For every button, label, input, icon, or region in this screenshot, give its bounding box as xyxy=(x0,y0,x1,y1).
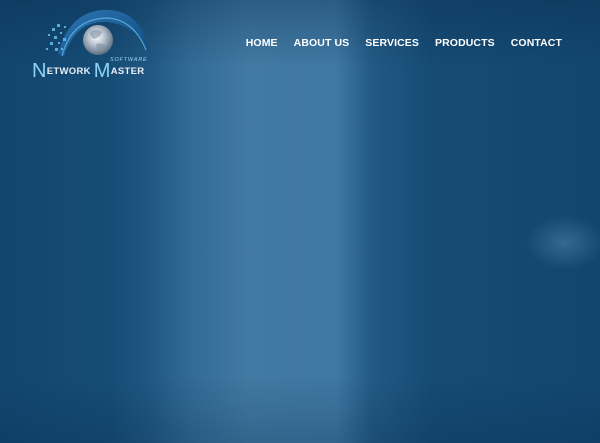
logo-initial-m: M xyxy=(93,60,111,82)
logo-initial-n: N xyxy=(32,60,47,82)
site-logo[interactable]: SOFTWARE NETWORK MASTER xyxy=(30,6,155,83)
nav-contact[interactable]: CONTACT xyxy=(511,37,562,49)
logo-word-master: ASTER xyxy=(110,66,145,77)
page-background: SOFTWARE NETWORK MASTER HOME ABOUT US SE… xyxy=(0,0,600,443)
nav-home[interactable]: HOME xyxy=(246,37,278,49)
background-light-spot xyxy=(525,215,600,270)
main-navigation: HOME ABOUT US SERVICES PRODUCTS CONTACT xyxy=(246,37,562,49)
nav-services[interactable]: SERVICES xyxy=(365,37,419,49)
nav-about-us[interactable]: ABOUT US xyxy=(294,37,350,49)
background-light-band xyxy=(150,0,370,443)
logo-wordmark: NETWORK MASTER xyxy=(32,60,144,83)
logo-word-network: ETWORK xyxy=(46,66,91,77)
nav-products[interactable]: PRODUCTS xyxy=(435,37,495,49)
